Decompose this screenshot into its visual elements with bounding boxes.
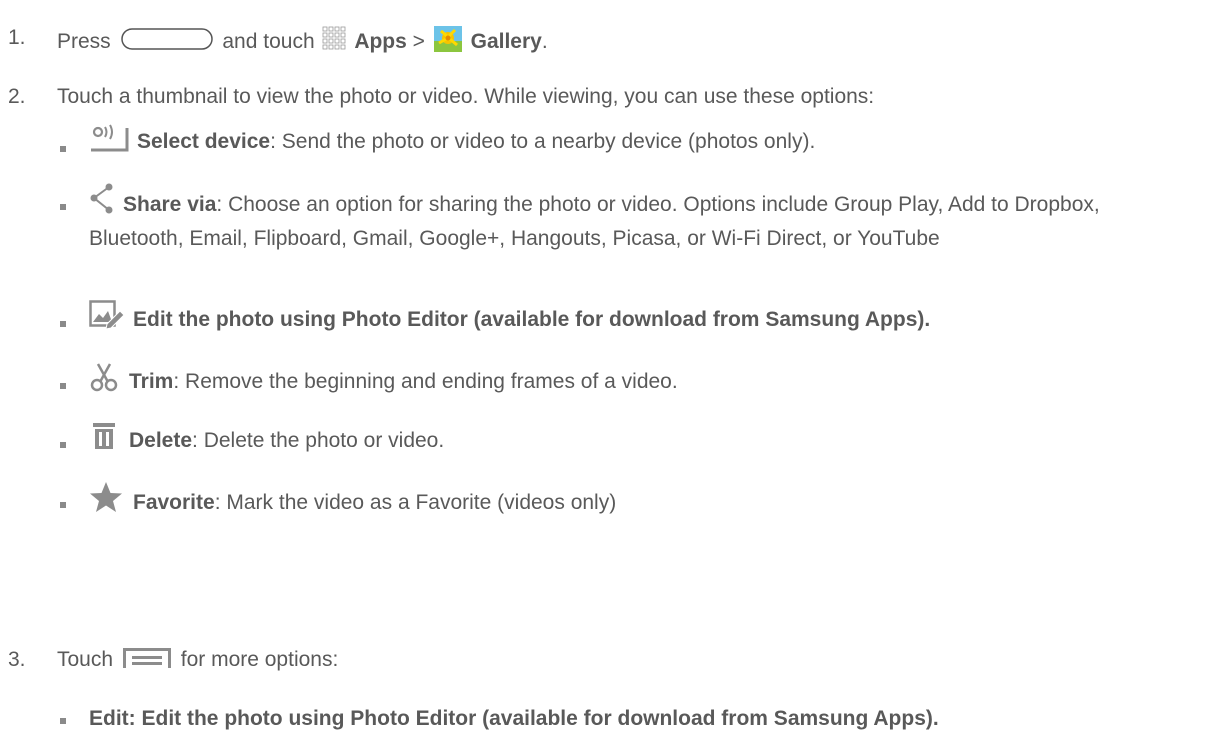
- option-label: Share via: [123, 193, 217, 216]
- option-share-via: Share via: Choose an option for sharing …: [89, 183, 1179, 254]
- option-label: Trim: [129, 370, 174, 393]
- option-label: Delete: [129, 429, 193, 452]
- select-device-icon: [89, 124, 131, 161]
- step-3-text: Touch for more options:: [57, 647, 338, 676]
- option-desc: : Remove the beginning and ending frames…: [173, 370, 678, 393]
- bullet: [60, 383, 66, 389]
- option-favorite: Favorite: Mark the video as a Favorite (…: [89, 481, 616, 520]
- step-3-post: for more options:: [180, 648, 339, 671]
- option-trim: Trim: Remove the beginning and ending fr…: [89, 362, 678, 399]
- option-desc: : Delete the photo or video.: [192, 429, 445, 452]
- trash-icon: [89, 421, 119, 458]
- bullet: [60, 204, 66, 210]
- bullet: [60, 321, 66, 327]
- bullet: [60, 442, 66, 448]
- step-1-end: .: [541, 30, 548, 54]
- option-label: Edit: Edit the photo using Photo Editor …: [89, 707, 939, 730]
- option-label: Edit the photo using Photo Editor (avail…: [133, 308, 931, 331]
- step-number: 2.: [8, 85, 26, 108]
- menu-icon: [122, 647, 172, 676]
- apps-grid-icon: [322, 26, 346, 59]
- option-label: Favorite: [133, 491, 215, 514]
- apps-label: Apps: [354, 30, 407, 54]
- option-delete: Delete: Delete the photo or video.: [89, 421, 444, 458]
- step-1-pre: Press: [57, 30, 111, 54]
- star-icon: [89, 481, 123, 520]
- bullet: [60, 146, 66, 152]
- option-desc: : Choose an option for sharing the photo…: [89, 193, 1100, 250]
- option-desc: : Send the photo or video to a nearby de…: [270, 130, 816, 154]
- more-option-edit: Edit: Edit the photo using Photo Editor …: [89, 706, 939, 732]
- option-edit: Edit the photo using Photo Editor (avail…: [89, 300, 930, 337]
- step-3-pre: Touch: [57, 648, 114, 671]
- gallery-label: Gallery: [470, 30, 542, 54]
- home-button-icon: [120, 28, 213, 57]
- option-label: Select device: [137, 130, 271, 154]
- gallery-icon: [433, 25, 463, 60]
- scissors-icon: [89, 362, 119, 399]
- separator: >: [412, 30, 425, 54]
- step-number: 1.: [8, 26, 26, 49]
- share-icon: [89, 183, 115, 224]
- edit-photo-icon: [89, 300, 125, 337]
- bullet: [60, 718, 66, 724]
- step-1-mid: and touch: [222, 30, 315, 54]
- step-number: 3.: [8, 648, 26, 671]
- bullet: [60, 502, 66, 508]
- step-2-text: Touch a thumbnail to view the photo or v…: [57, 85, 875, 108]
- option-select-device: Select device: Send the photo or video t…: [89, 124, 815, 161]
- step-1-text: Press and touch Apps > Gallery.: [57, 25, 548, 60]
- option-desc: : Mark the video as a Favorite (videos o…: [214, 491, 617, 514]
